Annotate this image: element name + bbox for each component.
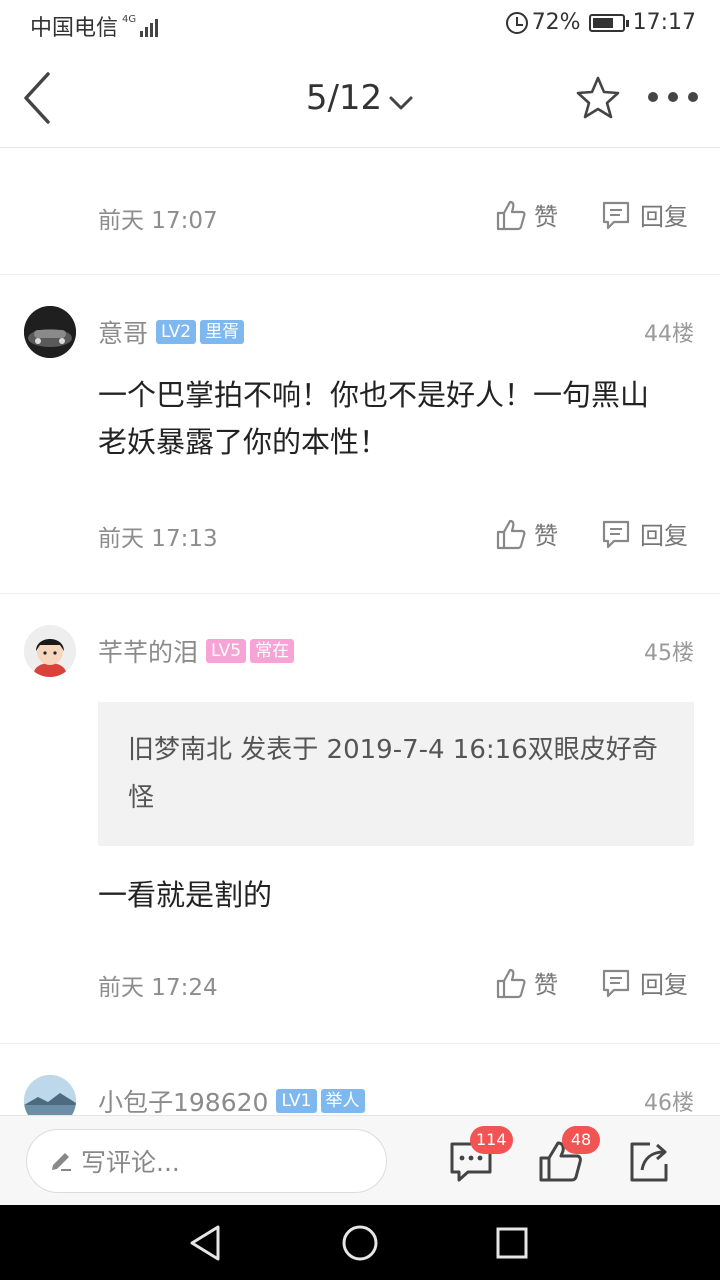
reply-label: 回复: [640, 971, 688, 999]
comment-time: 前天 17:07: [98, 208, 218, 234]
level-badge: LV2: [156, 320, 197, 344]
comment-meta: 芊芊的泪 LV5 常在: [98, 633, 295, 669]
favorite-button[interactable]: [574, 74, 622, 122]
like-count-badge: 48: [562, 1126, 600, 1154]
level-badge: LV1: [276, 1089, 317, 1113]
more-dot-icon: [668, 92, 678, 102]
comment-item: 意哥 LV2 里胥 44楼 一个巴掌拍不响！你也不是好人！一句黑山老妖暴露了你的…: [0, 276, 720, 594]
battery-icon: [588, 13, 629, 32]
more-dot-icon: [648, 92, 658, 102]
star-icon: [576, 76, 620, 119]
rank-badge: 举人: [320, 1089, 365, 1113]
comment-text: 一个巴掌拍不响！你也不是好人！一句黑山老妖暴露了你的本性！: [98, 378, 650, 459]
quoted-comment[interactable]: 旧梦南北 发表于 2019-7-4 16:16双眼皮好奇怪: [98, 702, 694, 846]
comment-item: 芊芊的泪 LV5 常在 45楼 旧梦南北 发表于 2019-7-4 16:16双…: [0, 595, 720, 1044]
comment-placeholder: 写评论...: [81, 1148, 180, 1177]
like-label: 赞: [534, 971, 558, 999]
more-dot-icon: [688, 92, 698, 102]
comment-feed[interactable]: 前天 17:07 赞 回复 意哥 LV2 里胥 44楼 一个巴掌拍不响！你也不是…: [0, 149, 720, 1115]
network-type: 4G: [122, 14, 137, 25]
comment-input[interactable]: 写评论...: [26, 1129, 387, 1193]
system-navigation-bar: [0, 1205, 720, 1280]
like-post-button[interactable]: 48: [538, 1126, 600, 1184]
share-button[interactable]: [626, 1138, 672, 1184]
username[interactable]: 芊芊的泪: [98, 633, 198, 669]
share-icon: [630, 1142, 668, 1182]
comment-time: 前天 17:24: [98, 975, 218, 1001]
comment-icon: [602, 520, 630, 548]
avatar[interactable]: [24, 1075, 76, 1115]
recents-square-icon[interactable]: [496, 1227, 528, 1259]
home-circle-icon[interactable]: [342, 1225, 378, 1261]
status-bar: 中国电信 4G 72% 17:17: [0, 0, 720, 50]
level-badge: LV5: [206, 639, 247, 663]
reply-button[interactable]: 回复: [600, 965, 688, 1000]
like-button[interactable]: 赞: [496, 965, 558, 1000]
rank-badge: 里胥: [200, 320, 245, 344]
comment-text: 一看就是割的: [98, 878, 273, 912]
like-button[interactable]: 赞: [496, 197, 558, 232]
comment-meta: 小包子198620 LV1 举人: [98, 1083, 365, 1115]
bottom-action-bar: 写评论... 114 48: [0, 1115, 720, 1205]
signal-icon: 4G: [122, 14, 159, 37]
clock: 17:17: [632, 10, 696, 35]
reply-button[interactable]: 回复: [600, 516, 688, 551]
like-label: 赞: [534, 203, 558, 231]
like-button[interactable]: 赞: [496, 516, 558, 551]
comment-count-badge: 114: [470, 1126, 513, 1154]
comments-button[interactable]: 114: [448, 1126, 513, 1184]
username[interactable]: 小包子198620: [98, 1083, 268, 1115]
reply-button[interactable]: 回复: [600, 197, 688, 232]
page-number: 5/12: [305, 78, 383, 118]
alarm-icon: [505, 11, 528, 34]
thumbs-up-icon: [496, 968, 526, 998]
floor-number: 45楼: [644, 641, 694, 666]
battery-percent: 72%: [531, 10, 581, 35]
avatar[interactable]: [24, 625, 76, 677]
more-options-button[interactable]: [648, 90, 698, 104]
comment-meta: 意哥 LV2 里胥: [98, 314, 245, 350]
reply-label: 回复: [640, 522, 688, 550]
avatar[interactable]: [24, 306, 76, 358]
pencil-icon: [52, 1153, 71, 1171]
back-triangle-icon[interactable]: [190, 1225, 220, 1261]
thumbs-up-icon: [496, 200, 526, 230]
status-left: 中国电信 4G: [30, 10, 159, 42]
nav-bar: 5/12: [0, 50, 720, 148]
comment-icon: [602, 969, 630, 997]
carrier-name: 中国电信: [30, 16, 119, 41]
username[interactable]: 意哥: [98, 314, 148, 350]
rank-badge: 常在: [250, 639, 295, 663]
reply-label: 回复: [640, 203, 688, 231]
chevron-down-icon: [388, 80, 414, 120]
comment-item: 小包子198620 LV1 举人 46楼: [0, 1045, 720, 1115]
floor-number: 44楼: [644, 322, 694, 347]
floor-number: 46楼: [644, 1091, 694, 1115]
comment-time: 前天 17:13: [98, 526, 218, 552]
status-right: 72% 17:17: [505, 10, 696, 35]
thumbs-up-icon: [496, 519, 526, 549]
comment-item: 前天 17:07 赞 回复: [0, 149, 720, 275]
like-label: 赞: [534, 522, 558, 550]
comment-icon: [602, 201, 630, 229]
